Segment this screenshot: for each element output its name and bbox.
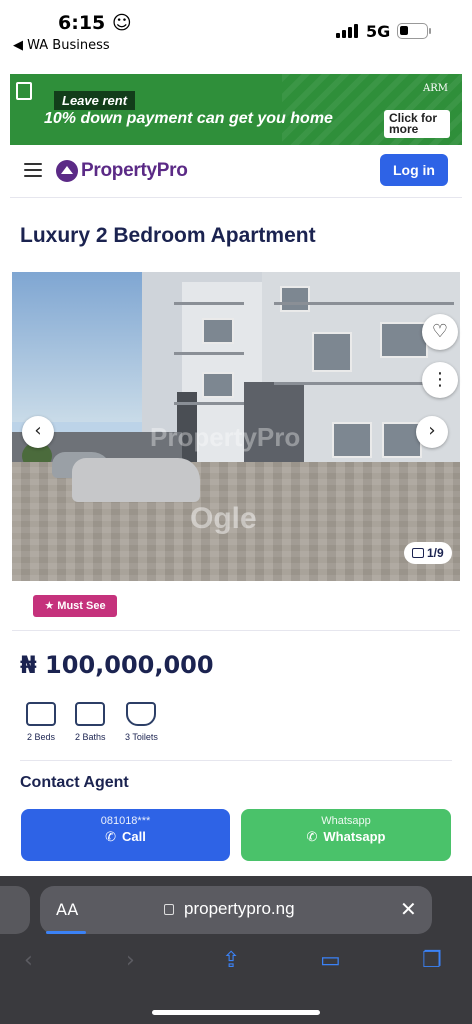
login-button[interactable]: Log in <box>380 154 448 186</box>
arm-logo-icon <box>16 82 32 100</box>
gallery-watermark-2: Ogle <box>190 502 257 535</box>
bookmarks-icon[interactable]: ▭ <box>320 948 341 973</box>
must-see-badge: ★ Must See <box>33 595 117 617</box>
close-icon[interactable]: ✕ <box>400 897 417 921</box>
toilet-icon <box>126 702 157 726</box>
star-icon: ★ <box>44 599 55 612</box>
url-text: propertypro.ng <box>184 899 295 918</box>
listing-price: ₦ 100,000,000 <box>20 651 214 679</box>
banner-cta-button[interactable]: Click for more <box>384 110 450 138</box>
listing-title: Luxury 2 Bedroom Apartment <box>20 224 316 247</box>
gallery-next-chevron-right-icon[interactable]: › <box>416 416 448 448</box>
image-icon <box>412 548 424 558</box>
browser-toolbar: AA propertypro.ng ✕ ‹ › ⇪ ▭ ❐ <box>0 876 472 1024</box>
whatsapp-icon: ✆ <box>306 830 318 845</box>
bathtub-icon <box>75 702 106 726</box>
lock-icon <box>164 904 174 915</box>
forward-chevron-icon[interactable]: › <box>126 948 135 973</box>
favorite-heart-icon[interactable]: ♡ <box>422 314 458 350</box>
image-gallery[interactable]: PropertyPro Ogle <box>12 272 460 581</box>
phone-icon: ✆ <box>105 830 117 845</box>
house-logo-icon <box>56 160 78 182</box>
gallery-prev-chevron-left-icon[interactable]: ‹ <box>22 416 54 448</box>
battery-icon <box>397 23 431 39</box>
bed-icon <box>26 702 56 726</box>
phone-number: 081018*** <box>100 815 151 827</box>
status-bar: 6:15 ☺ ◀ WA Business 5G <box>0 0 472 62</box>
contact-agent-heading: Contact Agent <box>20 774 129 791</box>
network-type: 5G <box>366 22 391 41</box>
share-icon[interactable]: ⇪ <box>222 948 240 973</box>
image-counter: 1/9 <box>404 542 452 564</box>
whatsapp-button[interactable]: Whatsapp ✆ Whatsapp <box>241 809 451 861</box>
banner-tag: Leave rent <box>54 91 136 110</box>
propertypro-logo[interactable]: PropertyPro <box>56 160 188 182</box>
banner-headline: 10% down payment can get you home <box>44 110 333 127</box>
back-to-app-link[interactable]: ◀ WA Business <box>13 38 110 53</box>
banner-brand: ARM <box>423 83 448 94</box>
share-icon[interactable]: ⋮ <box>422 362 458 398</box>
tabs-icon[interactable]: ❐ <box>422 948 442 973</box>
back-chevron-icon[interactable]: ‹ <box>24 948 33 973</box>
feature-toilets: 3 Toilets <box>125 702 158 742</box>
reader-aa-button[interactable]: AA <box>56 900 78 919</box>
address-bar[interactable]: AA propertypro.ng ✕ <box>40 886 432 934</box>
ad-banner[interactable]: Leave rent 10% down payment can get you … <box>10 74 462 145</box>
gallery-watermark: PropertyPro <box>150 422 301 452</box>
status-time: 6:15 ☺ <box>58 12 132 34</box>
logo-text: PropertyPro <box>81 160 188 181</box>
call-button[interactable]: 081018*** ✆ Call <box>21 809 230 861</box>
previous-tab[interactable] <box>0 886 30 934</box>
divider <box>20 760 452 761</box>
hamburger-menu-icon[interactable] <box>24 163 42 177</box>
divider <box>12 630 460 631</box>
home-indicator <box>152 1010 320 1015</box>
signal-icon <box>336 24 358 38</box>
site-header: PropertyPro Log in <box>10 146 462 198</box>
feature-beds: 2 Beds <box>26 702 56 742</box>
feature-baths: 2 Baths <box>75 702 106 742</box>
